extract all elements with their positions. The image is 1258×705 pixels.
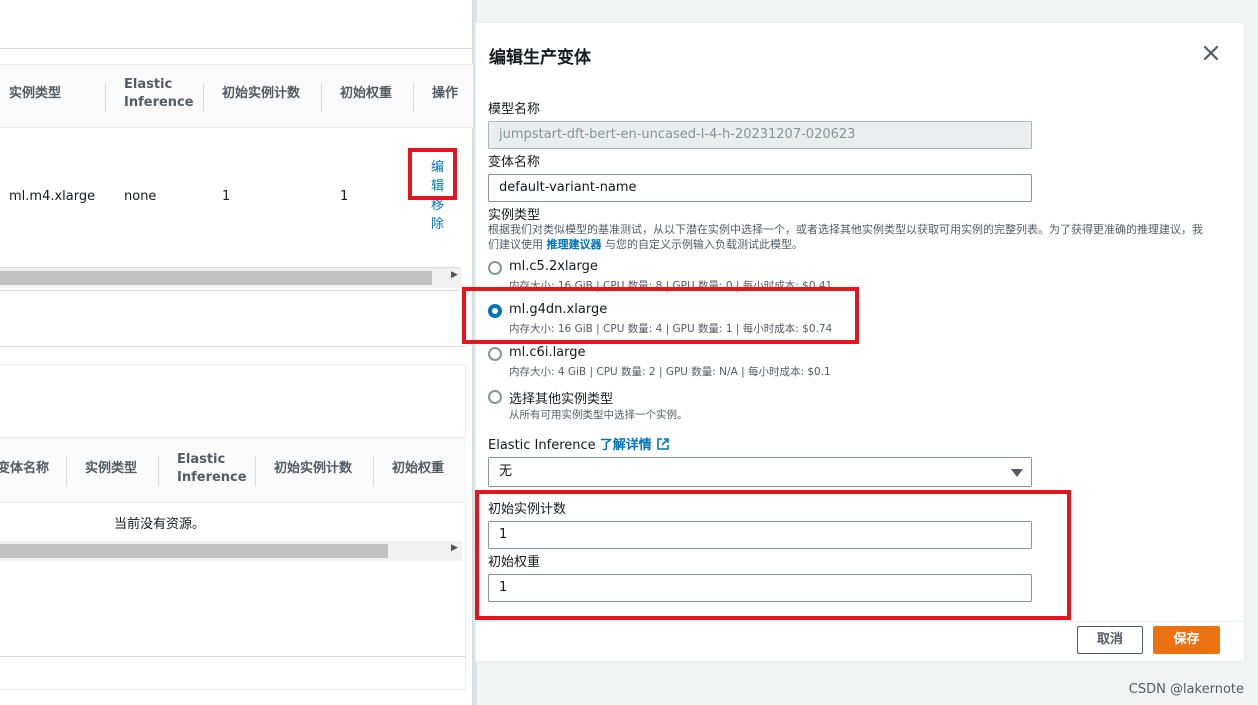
col-separator [66, 456, 67, 486]
description-text: 根据我们对类似模型的基准测试，从以下潜在实例中选择一个，或者选择其他实例类型以获… [488, 223, 1203, 236]
divider [0, 346, 466, 347]
learn-more-link[interactable]: 了解详情 [600, 438, 652, 453]
col-header-instance-type: 实例类型 [9, 86, 62, 101]
instance-type-description: 根据我们对类似模型的基准测试，从以下潜在实例中选择一个，或者选择其他实例类型以获… [488, 222, 1228, 252]
option-description: 内存大小: 4 GiB | CPU 数量: 2 | GPU 数量: N/A | … [509, 366, 831, 378]
instance-type-label: 实例类型 [488, 208, 541, 223]
cell-instance-type: ml.m4.xlarge [9, 189, 96, 204]
col-separator [255, 456, 256, 486]
model-name-label: 模型名称 [488, 102, 541, 117]
description-text: 们建议使用 [488, 238, 543, 251]
inference-recommender-link[interactable]: 推理建议器 [547, 238, 602, 251]
divider [476, 621, 1244, 622]
scrollbar-thumb[interactable] [0, 271, 432, 285]
save-button[interactable]: 保存 [1153, 626, 1220, 654]
radio-ml-c6i-large[interactable] [488, 347, 502, 361]
cell-weight: 1 [340, 189, 349, 204]
col-separator [413, 83, 414, 111]
cell-elastic-inference: none [124, 189, 157, 204]
col-header-elastic-inference: Elastic Inference [177, 452, 247, 485]
variants-table-header: 实例类型 Elastic Inference 初始实例计数 初始权重 操作 [0, 64, 473, 128]
caret-down-icon [1011, 469, 1023, 477]
col-separator [321, 83, 322, 111]
variants-panel-2: 变体名称 实例类型 Elastic Inference 初始实例计数 初始权重 … [0, 364, 466, 690]
col-header-elastic-inference: Elastic Inference [124, 77, 194, 110]
col-header-instance-count: 初始实例计数 [222, 86, 301, 101]
divider [0, 656, 466, 657]
elastic-inference-select[interactable]: 无 [488, 457, 1032, 487]
empty-state-message: 当前没有资源。 [114, 517, 206, 532]
col-separator [105, 83, 106, 111]
col-header-weight: 初始权重 [340, 86, 393, 101]
col-header-variant-name: 变体名称 [0, 461, 50, 476]
radio-other-instance-type[interactable] [488, 390, 502, 404]
variant-name-field[interactable]: default-variant-name [488, 174, 1032, 202]
option-description: 从所有可用实例类型中选择一个实例。 [509, 409, 688, 421]
col-separator [158, 456, 159, 486]
scrollbar-thumb[interactable] [0, 544, 388, 558]
scroll-right-arrow-icon[interactable]: ▶ [451, 543, 458, 553]
annotation-box-edit [408, 148, 457, 200]
radio-ml-c5-2xlarge[interactable] [488, 261, 502, 275]
horizontal-scrollbar[interactable]: ▶ [0, 268, 462, 288]
divider [0, 290, 460, 291]
col-separator [203, 83, 204, 111]
option-label: ml.c5.2xlarge [509, 259, 598, 274]
model-name-field: jumpstart-dft-bert-en-uncased-l-4-h-2023… [488, 121, 1032, 149]
option-label: 选择其他实例类型 [509, 392, 614, 407]
col-header-instance-type: 实例类型 [85, 461, 138, 476]
elastic-inference-label: Elastic Inference 了解详情 [488, 434, 670, 453]
col-header-instance-count: 初始实例计数 [274, 461, 353, 476]
cancel-button[interactable]: 取消 [1077, 626, 1143, 654]
watermark: CSDN @lakernote [1128, 682, 1244, 697]
variant-name-label: 变体名称 [488, 155, 541, 170]
cell-instance-count: 1 [222, 189, 231, 204]
close-icon[interactable] [1201, 43, 1221, 63]
selected-value: 无 [499, 464, 513, 479]
scroll-right-arrow-icon[interactable]: ▶ [451, 270, 458, 280]
col-header-actions: 操作 [432, 86, 459, 101]
col-header-weight: 初始权重 [392, 461, 445, 476]
horizontal-scrollbar[interactable]: ▶ [0, 541, 462, 561]
variants-table-2-header: 变体名称 实例类型 Elastic Inference 初始实例计数 初始权重 [0, 437, 466, 503]
external-link-icon[interactable] [656, 437, 670, 451]
modal-title: 编辑生产变体 [489, 48, 591, 68]
annotation-box-selected-instance [462, 287, 859, 344]
description-text: 与您的自定义示例输入负载测试此模型。 [605, 238, 803, 251]
elastic-inference-label-text: Elastic Inference [488, 438, 596, 453]
annotation-box-count-weight [475, 490, 1071, 620]
col-separator [373, 456, 374, 486]
remove-link[interactable]: 移除 [431, 196, 451, 234]
divider [0, 48, 473, 49]
option-label: ml.c6i.large [509, 345, 586, 360]
